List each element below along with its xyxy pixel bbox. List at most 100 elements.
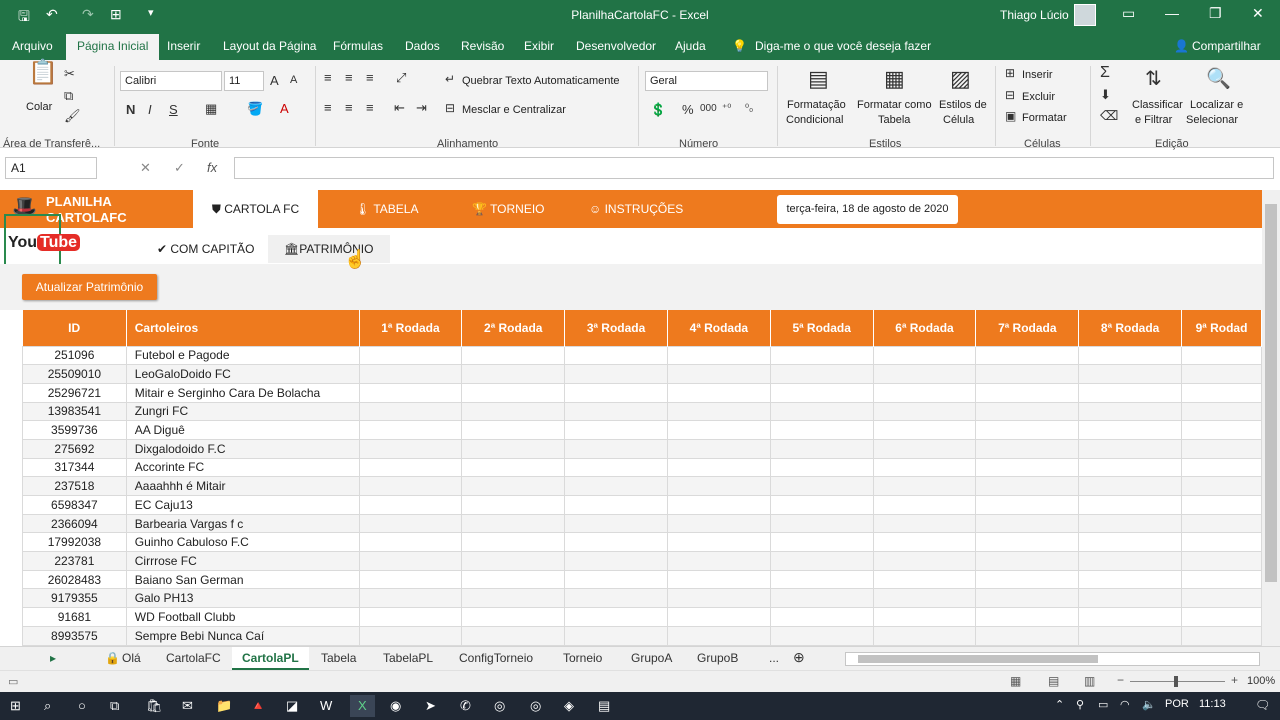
- cell-rodada[interactable]: [564, 551, 668, 571]
- user-name[interactable]: Thiago Lúcio: [1000, 8, 1069, 22]
- format-as-table-line2[interactable]: Tabela: [878, 113, 910, 127]
- name-box[interactable]: A1: [5, 157, 97, 179]
- cell-rodada[interactable]: [975, 382, 1080, 403]
- col-rodada-2[interactable]: 2ª Rodada: [461, 310, 566, 346]
- cell-rodada[interactable]: [461, 532, 566, 553]
- enter-icon[interactable]: ✓: [174, 160, 185, 176]
- conditional-format-line1[interactable]: Formatação: [787, 98, 846, 112]
- wrap-text-icon[interactable]: ↵: [445, 72, 455, 86]
- cell-rodada[interactable]: [1181, 569, 1262, 590]
- cell-rodada[interactable]: [769, 495, 874, 515]
- cell-rodada[interactable]: [564, 382, 668, 403]
- underline-button[interactable]: S: [169, 102, 178, 117]
- find-select-line2[interactable]: Selecionar: [1186, 113, 1238, 127]
- cell-rodada[interactable]: [975, 457, 1080, 478]
- ribbon-display-icon[interactable]: ▭: [1122, 5, 1135, 22]
- share-icon[interactable]: 👤: [1174, 39, 1189, 53]
- cell-rodada[interactable]: [769, 588, 874, 609]
- cell-id[interactable]: 3599736: [22, 420, 127, 440]
- cell-rodada[interactable]: [1181, 476, 1262, 496]
- cell-id[interactable]: 17992038: [22, 532, 127, 553]
- cell-rodada[interactable]: [461, 625, 566, 646]
- table-row[interactable]: 317344 Accorinte FC: [22, 457, 1262, 478]
- cell-rodada[interactable]: [564, 457, 668, 478]
- tab-revisao[interactable]: Revisão: [461, 39, 504, 53]
- cell-rodada[interactable]: [358, 495, 463, 515]
- cancel-icon[interactable]: ✕: [140, 160, 151, 176]
- cell-rodada[interactable]: [1181, 607, 1262, 627]
- cell-cartoleiro[interactable]: AA Diguê: [125, 420, 360, 440]
- cell-rodada[interactable]: [1181, 438, 1262, 459]
- cell-rodada[interactable]: [358, 401, 463, 422]
- cell-rodada[interactable]: [461, 382, 566, 403]
- subtab-patrimonio[interactable]: 🏛PATRIMÔNIO: [268, 235, 390, 263]
- cell-rodada[interactable]: [666, 420, 771, 440]
- tell-me-search[interactable]: Diga-me o que você deseja fazer: [755, 39, 931, 53]
- cell-rodada[interactable]: [975, 495, 1080, 515]
- cell-rodada[interactable]: [564, 401, 668, 422]
- table-row[interactable]: 223781 Cirrrose FC: [22, 551, 1262, 571]
- cell-rodada[interactable]: [358, 345, 463, 366]
- cell-rodada[interactable]: [975, 607, 1080, 627]
- cell-rodada[interactable]: [564, 513, 668, 534]
- cell-id[interactable]: 6598347: [22, 495, 127, 515]
- cell-rodada[interactable]: [872, 401, 977, 422]
- cell-rodada[interactable]: [461, 513, 566, 534]
- cell-id[interactable]: 237518: [22, 476, 127, 496]
- edge-icon[interactable]: ◉: [390, 698, 401, 714]
- explorer-icon[interactable]: 📁: [216, 698, 232, 714]
- cell-rodada[interactable]: [975, 438, 1080, 459]
- decrease-indent-icon[interactable]: ⇤: [394, 100, 405, 116]
- tab-exibir[interactable]: Exibir: [524, 39, 554, 53]
- cell-rodada[interactable]: [564, 588, 668, 609]
- merge-icon[interactable]: ⊟: [445, 101, 455, 115]
- tray-chevron-icon[interactable]: ⌃: [1055, 698, 1064, 711]
- cell-rodada[interactable]: [564, 495, 668, 515]
- cell-rodada[interactable]: [975, 420, 1080, 440]
- search-icon[interactable]: ⌕: [44, 698, 51, 714]
- clock[interactable]: 11:13: [1199, 698, 1226, 710]
- cell-id[interactable]: 26028483: [22, 569, 127, 590]
- close-icon[interactable]: ✕: [1252, 5, 1264, 22]
- normal-view-icon[interactable]: ▦: [1010, 674, 1021, 688]
- cell-rodada[interactable]: [1078, 588, 1183, 609]
- col-rodada-6[interactable]: 6ª Rodada: [873, 310, 977, 346]
- page-layout-icon[interactable]: ▤: [1048, 674, 1059, 688]
- table-row[interactable]: 6598347 EC Caju13: [22, 495, 1262, 515]
- cell-rodada[interactable]: [769, 420, 874, 440]
- bold-button[interactable]: N: [126, 102, 135, 117]
- cell-rodada[interactable]: [461, 457, 566, 478]
- insert-cells-button[interactable]: Inserir: [1022, 68, 1053, 82]
- cell-id[interactable]: 25296721: [22, 382, 127, 403]
- table-row[interactable]: 17992038 Guinho Cabuloso F.C: [22, 532, 1262, 553]
- format-cells-button[interactable]: Formatar: [1022, 111, 1067, 125]
- increase-decimal-icon[interactable]: ⁺⁰: [722, 103, 731, 114]
- avatar[interactable]: [1074, 4, 1096, 26]
- cell-rodada[interactable]: [1078, 364, 1183, 384]
- more-sheets-button[interactable]: ...: [769, 651, 779, 665]
- cell-rodada[interactable]: [461, 364, 566, 384]
- grow-font-icon[interactable]: A: [270, 73, 279, 88]
- maximize-icon[interactable]: ❐: [1209, 5, 1222, 22]
- vertical-scrollbar[interactable]: [1262, 190, 1280, 646]
- insert-function-button[interactable]: fx: [207, 160, 217, 175]
- font-name-select[interactable]: Calibri: [120, 71, 222, 91]
- cell-id[interactable]: 2366094: [22, 513, 127, 534]
- cell-rodada[interactable]: [358, 551, 463, 571]
- mail-icon[interactable]: ✉: [182, 698, 193, 714]
- table-row[interactable]: 275692 Dixgalodoido F.C: [22, 438, 1262, 459]
- format-as-table-icon[interactable]: ▦: [884, 66, 905, 92]
- align-right-icon[interactable]: ≡: [366, 100, 374, 115]
- formula-input[interactable]: [234, 157, 1274, 179]
- scroll-tabs-right-icon[interactable]: ▸: [50, 651, 56, 665]
- cell-cartoleiro[interactable]: Guinho Cabuloso F.C: [125, 532, 360, 553]
- cell-rodada[interactable]: [666, 401, 771, 422]
- find-select-icon[interactable]: 🔍: [1206, 66, 1231, 91]
- cell-rodada[interactable]: [975, 401, 1080, 422]
- cell-id[interactable]: 223781: [22, 551, 127, 571]
- align-top-icon[interactable]: ≡: [324, 70, 332, 85]
- cell-rodada[interactable]: [975, 513, 1080, 534]
- cell-rodada[interactable]: [358, 532, 463, 553]
- table-row[interactable]: 2366094 Barbearia Vargas f c: [22, 513, 1262, 534]
- cell-rodada[interactable]: [975, 476, 1080, 496]
